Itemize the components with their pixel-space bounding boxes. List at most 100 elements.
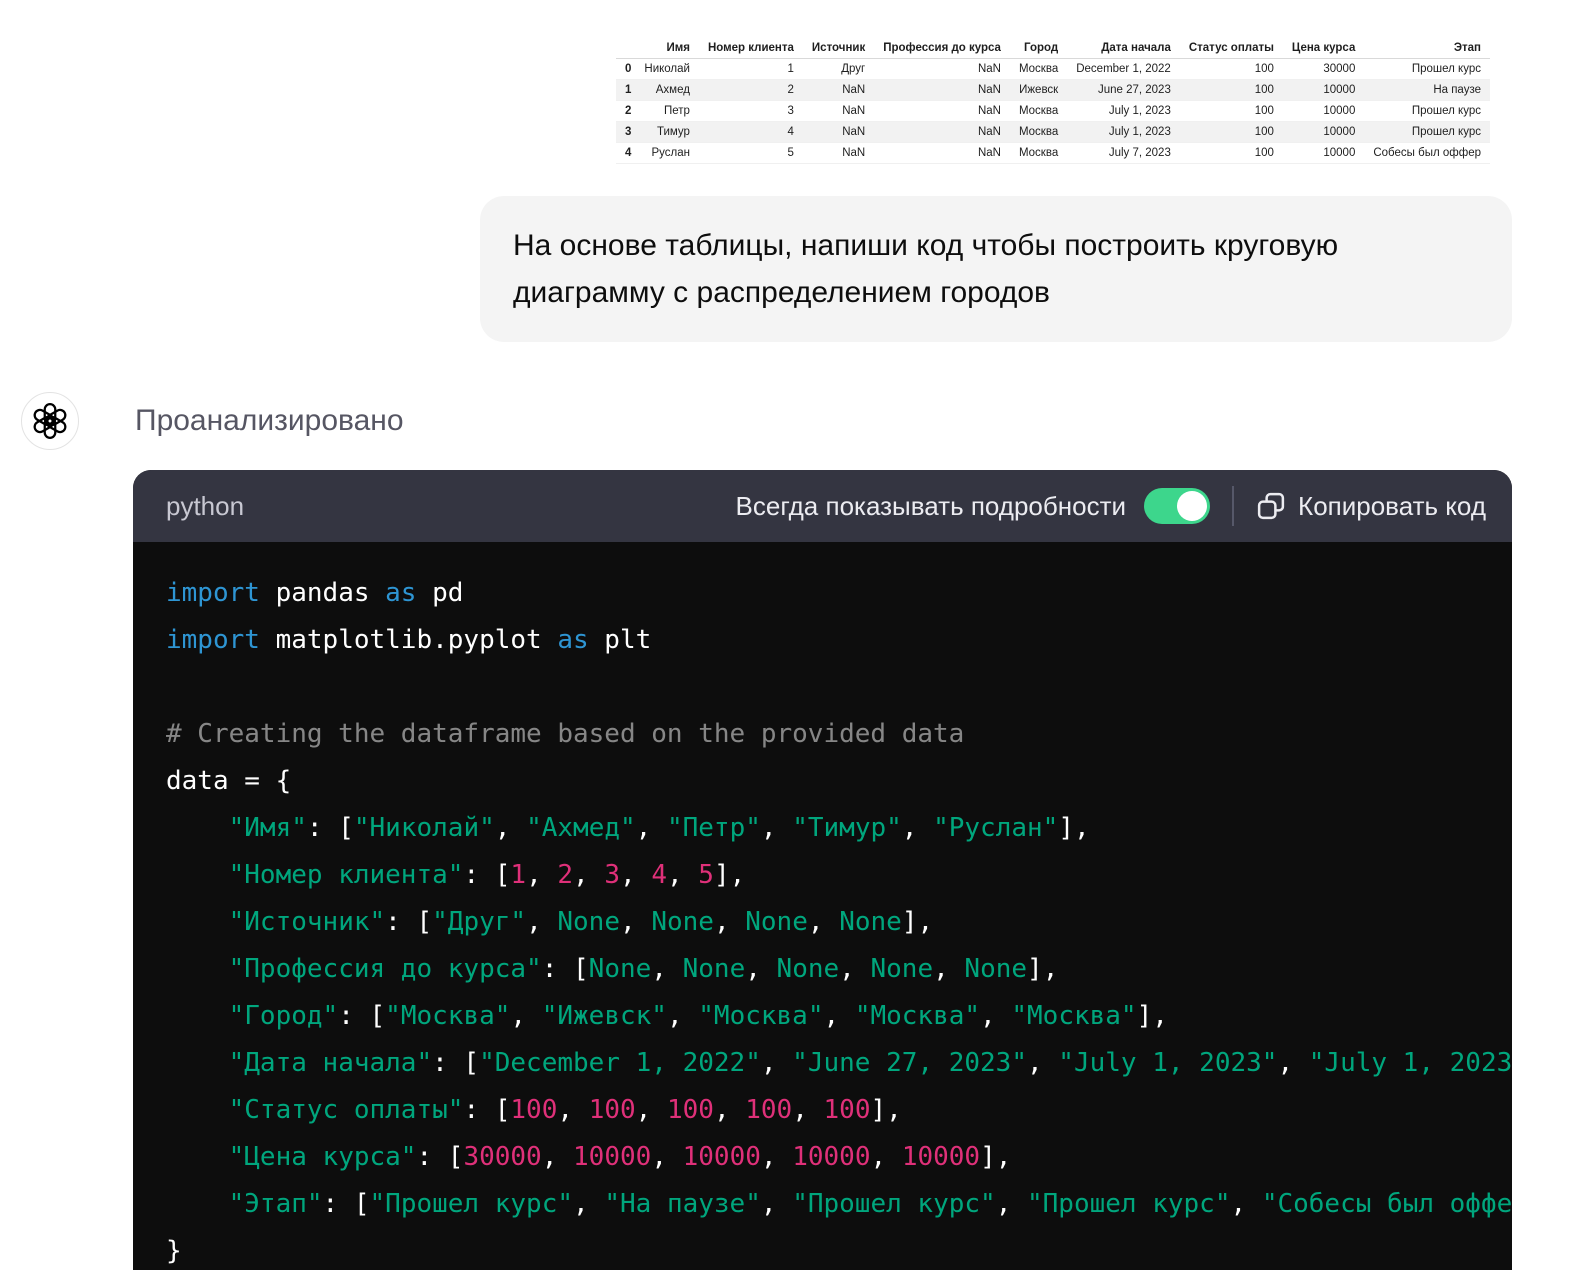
table-cell: NaN — [874, 142, 1010, 164]
row-index: 4 — [615, 142, 636, 164]
code-line: import pandas as pd — [166, 578, 464, 608]
table-cell: NaN — [874, 58, 1010, 80]
row-index: 3 — [615, 121, 636, 143]
column-header: Источник — [802, 38, 875, 59]
row-index: 2 — [615, 100, 636, 122]
table-cell: Руслан — [635, 142, 699, 164]
header-divider — [1232, 486, 1235, 526]
column-header: Профессия до курса — [874, 38, 1010, 59]
dataframe-preview-image: Имя Номер клиента Источник Профессия до кур… — [615, 38, 1490, 164]
column-header: Город — [1009, 38, 1068, 59]
openai-logo-icon — [33, 403, 67, 439]
copy-code-button[interactable]: Копировать код — [1256, 491, 1486, 522]
dataframe-header-row: Имя Номер клиента Источник Профессия до кур… — [615, 38, 1490, 59]
table-row: 3 Тимур 4 NaN NaN Москва July 1, 2023 100 10000 П… — [615, 121, 1490, 143]
table-cell: Москва — [1009, 100, 1068, 122]
table-cell: December 1, 2022 — [1067, 58, 1180, 80]
code-line: "Профессия до курса": [None, None, None,… — [228, 954, 1059, 984]
column-header: Цена курса — [1282, 38, 1365, 59]
table-cell: 100 — [1179, 58, 1283, 80]
details-toggle[interactable] — [1144, 488, 1211, 524]
column-header: Статус оплаты — [1179, 38, 1283, 59]
code-line: "Дата начала": ["December 1, 2022", "Jun… — [228, 1048, 1512, 1078]
column-header: Дата начала — [1067, 38, 1180, 59]
column-header: Этап — [1364, 38, 1490, 59]
code-line: "Источник": ["Друг", None, None, None, N… — [228, 907, 934, 937]
table-cell: Николай — [635, 58, 699, 80]
copy-icon — [1257, 492, 1285, 520]
table-cell: 2 — [698, 79, 803, 101]
table-cell: July 7, 2023 — [1067, 142, 1180, 164]
table-cell: NaN — [874, 121, 1010, 143]
table-cell: 5 — [698, 142, 803, 164]
table-row: 0 Николай 1 Друг NaN Москва December 1, 2022 10… — [615, 58, 1490, 80]
assistant-header-row: Проанализировано — [21, 392, 404, 450]
code-content: import pandas as pd import matplotlib.pyp… — [133, 542, 1512, 1270]
column-header — [615, 38, 636, 59]
table-cell: July 1, 2023 — [1067, 121, 1180, 143]
dataframe-body: 0 Николай 1 Друг NaN Москва December 1, 2022 10… — [615, 58, 1490, 164]
copy-code-label: Копировать код — [1298, 490, 1486, 521]
table-cell: NaN — [802, 100, 875, 122]
table-cell: 100 — [1179, 100, 1283, 122]
table-cell: NaN — [802, 79, 875, 101]
code-line: "Цена курса": [30000, 10000, 10000, 1000… — [228, 1142, 1012, 1172]
column-header: Имя — [635, 38, 699, 59]
table-cell: 30000 — [1282, 58, 1365, 80]
table-cell: 10000 — [1282, 79, 1365, 101]
table-cell: 10000 — [1282, 142, 1365, 164]
table-cell: Ахмед — [635, 79, 699, 101]
table-cell: Москва — [1009, 121, 1068, 143]
table-cell: 10000 — [1282, 100, 1365, 122]
code-header-controls: Всегда показывать подробности Копировать… — [736, 486, 1486, 526]
code-block: python Всегда показывать подробности Коп… — [133, 470, 1512, 1270]
table-row: 1 Ахмед 2 NaN NaN Ижевск June 27, 2023 100 10000… — [615, 79, 1490, 101]
table-cell: Собесы был оффер — [1364, 142, 1490, 164]
table-cell: June 27, 2023 — [1067, 79, 1180, 101]
code-line: "Статус оплаты": [100, 100, 100, 100, 10… — [228, 1095, 902, 1125]
details-toggle-label: Всегда показывать подробности — [735, 490, 1127, 521]
table-row: 4 Руслан 5 NaN NaN Москва July 7, 2023 100 10000… — [615, 142, 1490, 164]
table-cell: 1 — [698, 58, 803, 80]
table-cell: 100 — [1179, 121, 1283, 143]
table-cell: 3 — [698, 100, 803, 122]
table-cell: Друг — [802, 58, 875, 80]
table-cell: 100 — [1179, 142, 1283, 164]
code-line: "Номер клиента": [1, 2, 3, 4, 5], — [228, 860, 746, 890]
table-cell: 4 — [698, 121, 803, 143]
table-cell: На паузе — [1364, 79, 1490, 101]
table-cell: NaN — [802, 142, 875, 164]
table-cell: Ижевск — [1009, 79, 1068, 101]
table-cell: 100 — [1179, 79, 1283, 101]
code-block-header: python Всегда показывать подробности Коп… — [133, 470, 1512, 542]
dataframe-table: Имя Номер клиента Источник Профессия до кур… — [615, 38, 1490, 164]
table-cell: Прошел курс — [1364, 100, 1490, 122]
assistant-avatar — [21, 392, 79, 450]
code-language-label: python — [166, 490, 245, 521]
code-line: # Creating the dataframe based on the pr… — [166, 719, 965, 749]
table-cell: Тимур — [635, 121, 699, 143]
toggle-knob — [1177, 491, 1208, 521]
analysis-status[interactable]: Проанализировано — [135, 404, 404, 438]
table-row: 2 Петр 3 NaN NaN Москва July 1, 2023 100 10000 Пр… — [615, 100, 1490, 122]
column-header: Номер клиента — [698, 38, 803, 59]
user-message-bubble: На основе таблицы, напиши код чтобы пост… — [480, 196, 1512, 342]
user-message-text: На основе таблицы, напиши код чтобы пост… — [513, 229, 1339, 309]
code-line: import matplotlib.pyplot as plt — [166, 625, 652, 655]
code-line: data = { — [166, 766, 292, 796]
table-cell: Прошел курс — [1364, 58, 1490, 80]
table-cell: Петр — [635, 100, 699, 122]
table-cell: NaN — [874, 100, 1010, 122]
table-cell: NaN — [874, 79, 1010, 101]
code-line: "Город": ["Москва", "Ижевск", "Москва", … — [228, 1001, 1168, 1031]
table-cell: 10000 — [1282, 121, 1365, 143]
table-cell: Москва — [1009, 142, 1068, 164]
code-line: "Имя": ["Николай", "Ахмед", "Петр", "Тим… — [228, 813, 1090, 843]
table-cell: July 1, 2023 — [1067, 100, 1180, 122]
code-line: "Этап": ["Прошел курс", "На паузе", "Про… — [228, 1189, 1512, 1219]
row-index: 0 — [615, 58, 636, 80]
table-cell: Прошел курс — [1364, 121, 1490, 143]
table-cell: Москва — [1009, 58, 1068, 80]
table-cell: NaN — [802, 121, 875, 143]
